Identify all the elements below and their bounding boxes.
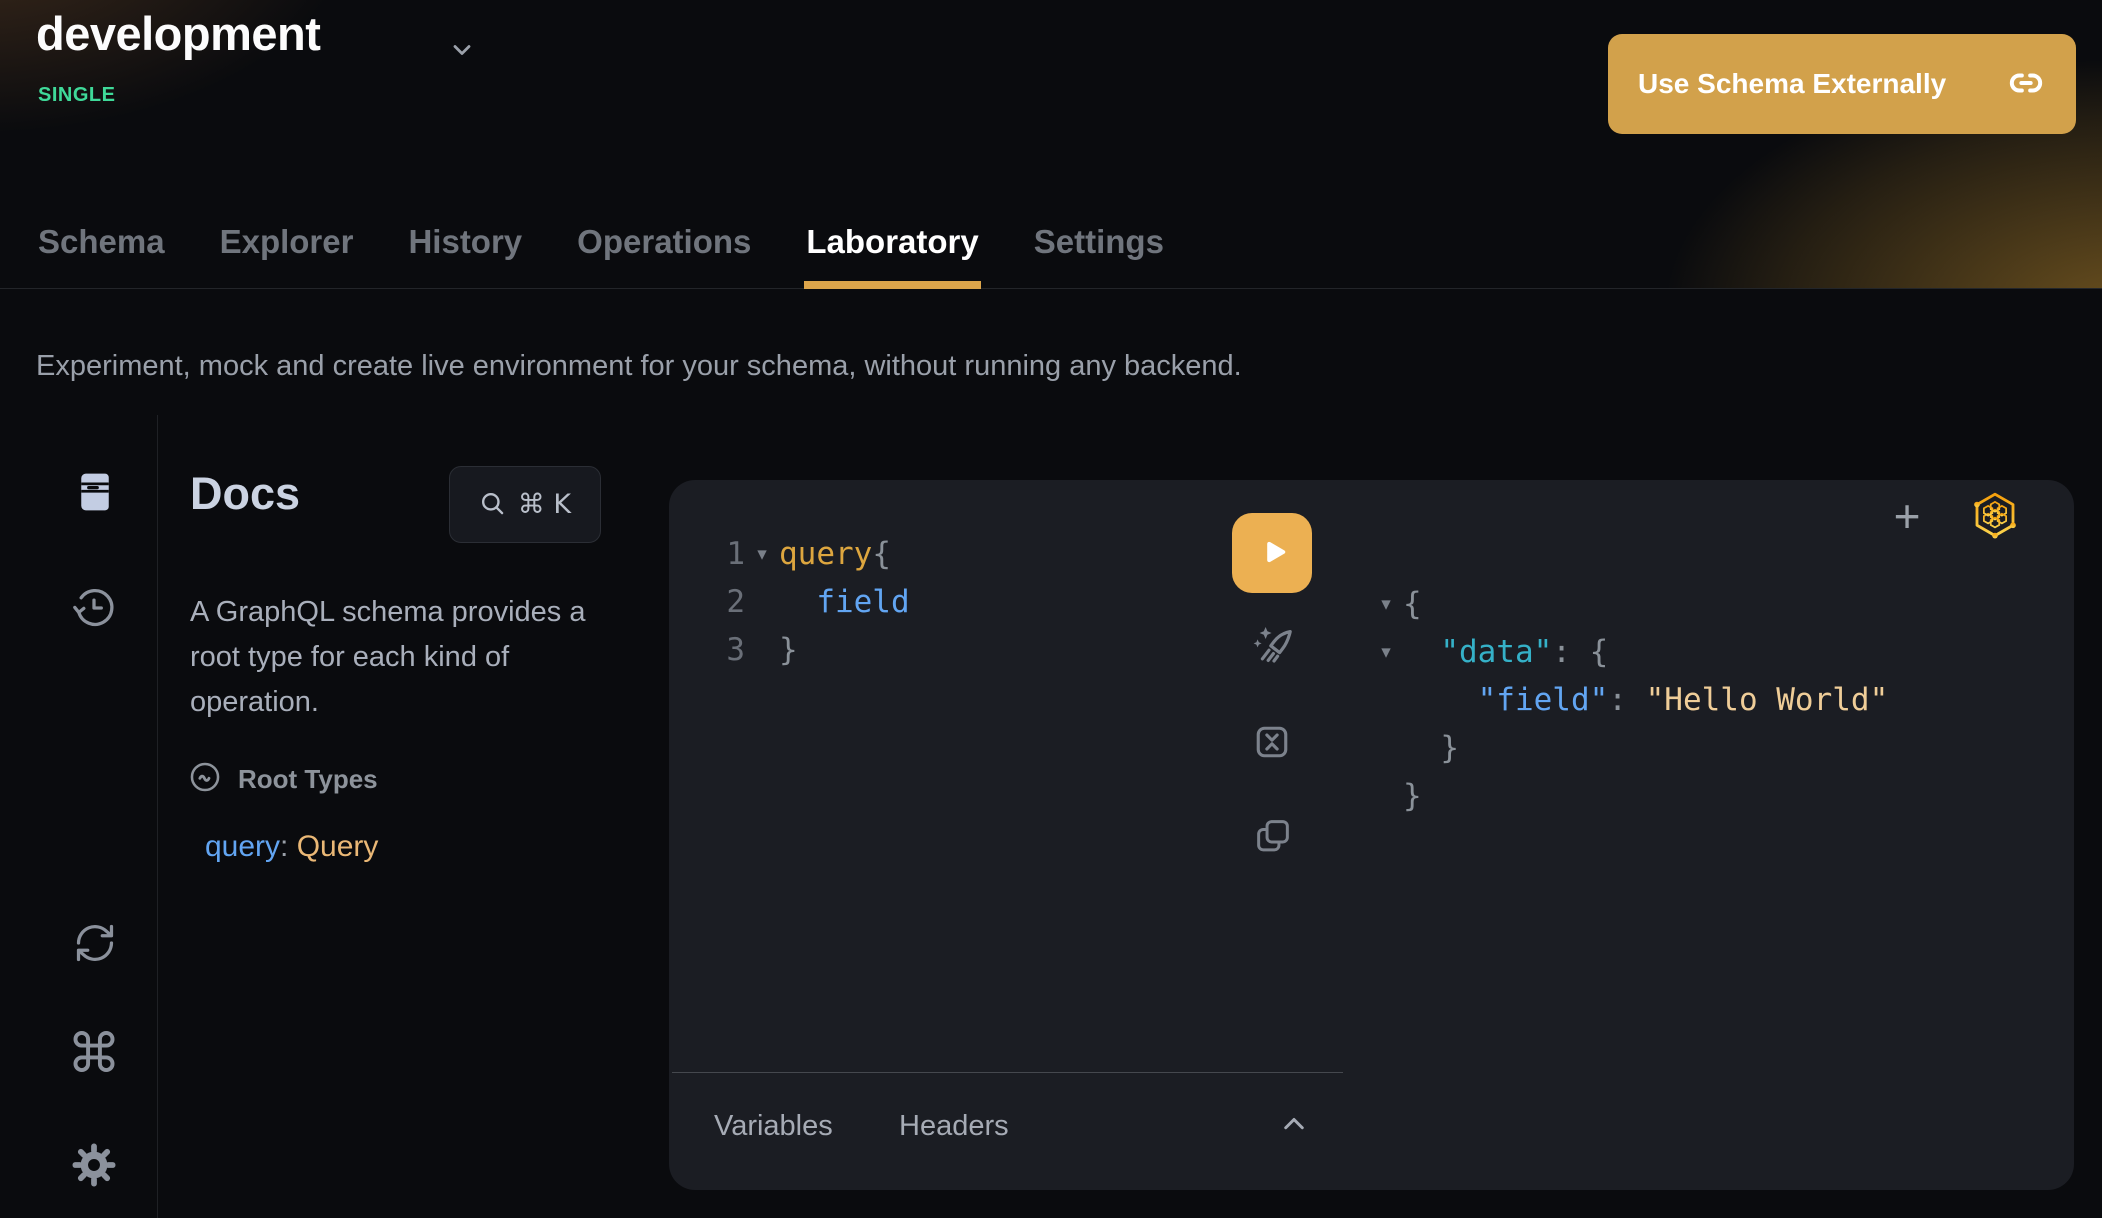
gear-icon (71, 1176, 117, 1191)
sidebar-divider (157, 415, 158, 1218)
target-name[interactable]: development (36, 6, 320, 61)
play-icon (1254, 534, 1290, 573)
editor-line: 3 } (669, 626, 910, 674)
tab-operations[interactable]: Operations (577, 195, 751, 289)
chevron-up-icon (1276, 1130, 1312, 1145)
code-text: query{ (779, 536, 891, 572)
merge-fragments-button[interactable] (1250, 720, 1294, 764)
page-subtitle: Experiment, mock and create live environ… (36, 350, 1242, 383)
add-tab-button[interactable]: + (1877, 486, 1937, 546)
root-type-query-link[interactable]: query (205, 830, 280, 863)
editor-footer-divider (672, 1072, 1343, 1073)
fold-caret-icon[interactable]: ▾ (745, 543, 779, 565)
docs-panel-title: Docs (190, 468, 300, 520)
editor-line: 2 field (669, 578, 910, 626)
code-text: field (779, 584, 910, 620)
code-text: } (779, 632, 798, 668)
response-line: ▾ "data": { (1369, 628, 1888, 676)
use-schema-externally-button[interactable]: Use Schema Externally (1608, 34, 2076, 134)
tab-explorer[interactable]: Explorer (220, 195, 354, 289)
root-type-type-link[interactable]: Query (297, 830, 379, 863)
graphiql-workbench: 1 ▾ query{ 2 field 3 } (669, 480, 2074, 1190)
single-badge: SINGLE (38, 84, 115, 107)
line-number: 2 (669, 584, 745, 620)
link-icon (2006, 63, 2046, 106)
tab-headers[interactable]: Headers (899, 1110, 1009, 1143)
merge-icon (1250, 752, 1294, 767)
use-schema-externally-label: Use Schema Externally (1638, 68, 1946, 100)
settings-sidebar-button[interactable] (71, 1142, 117, 1188)
docs-description: A GraphQL schema provides a root type fo… (190, 590, 615, 725)
history-clock-icon (70, 620, 118, 635)
execute-query-button[interactable] (1232, 513, 1312, 593)
tab-variables[interactable]: Variables (714, 1110, 833, 1143)
fold-caret-icon[interactable]: ▾ (1369, 641, 1403, 663)
response-line: "field": "Hello World" (1369, 676, 1888, 724)
tab-schema[interactable]: Schema (38, 195, 165, 289)
line-number: 1 (669, 536, 745, 572)
prettify-broom-icon (1247, 659, 1295, 674)
search-icon (479, 490, 506, 520)
docs-sidebar-button[interactable] (73, 470, 117, 514)
refresh-icon (72, 954, 118, 969)
tab-history[interactable]: History (408, 195, 522, 289)
history-sidebar-button[interactable] (70, 584, 118, 632)
shortcuts-button[interactable]: ⌘ (66, 1026, 122, 1082)
tab-settings[interactable]: Settings (1034, 195, 1164, 289)
query-editor[interactable]: 1 ▾ query{ 2 field 3 } (669, 530, 910, 674)
graphql-laboratory-page: development SINGLE Use Schema Externally… (0, 0, 2102, 1218)
tab-laboratory[interactable]: Laboratory (806, 195, 978, 289)
response-line: ▾ { (1369, 580, 1888, 628)
response-viewer: ▾ { ▾ "data": { "field": "Hello World" }… (1369, 580, 1888, 820)
prettify-query-button[interactable] (1247, 623, 1295, 671)
collapse-editor-tools-button[interactable] (1274, 1104, 1314, 1144)
root-type-entry: query: Query (205, 830, 378, 864)
copy-query-button[interactable] (1252, 815, 1294, 857)
root-types-icon (188, 760, 222, 799)
docs-search-button[interactable]: ⌘ K (449, 466, 601, 543)
response-line: } (1369, 724, 1888, 772)
root-types-section: Root Types (188, 760, 378, 799)
chevron-down-icon[interactable] (448, 36, 476, 64)
hive-logo-icon[interactable] (1971, 490, 2019, 542)
line-number: 3 (669, 632, 745, 668)
root-type-separator: : (280, 830, 297, 863)
search-shortcut-label: ⌘ K (518, 489, 571, 520)
editor-line: 1 ▾ query{ (669, 530, 910, 578)
book-icon (73, 502, 117, 517)
root-types-label: Root Types (238, 764, 378, 795)
copy-icon (1252, 845, 1294, 860)
main-tab-bar: Schema Explorer History Operations Labor… (0, 195, 2102, 289)
reload-schema-button[interactable] (72, 920, 118, 966)
fold-caret-icon[interactable]: ▾ (1369, 593, 1403, 615)
command-icon: ⌘ (67, 1022, 121, 1085)
response-line: } (1369, 772, 1888, 820)
